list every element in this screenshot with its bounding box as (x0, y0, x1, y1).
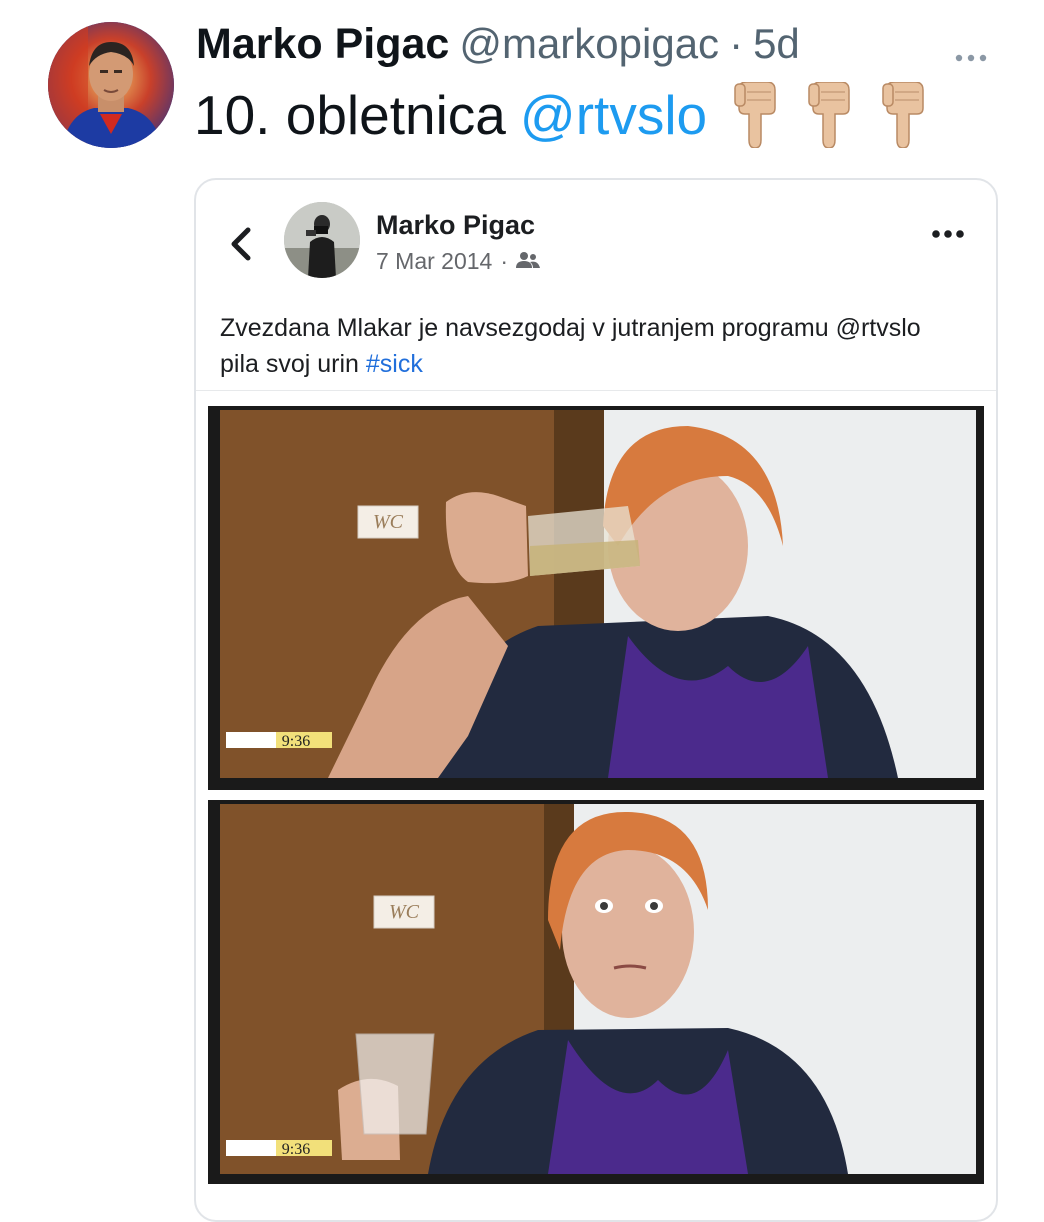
author-handle[interactable]: @markopigac (459, 20, 719, 68)
embedded-post-text: Zvezdana Mlakar je navsezgodaj v jutranj… (220, 310, 960, 382)
tv-timestamp: 9:36 (282, 1141, 310, 1158)
tweet-header: Marko Pigac @markopigac · 5d (196, 20, 800, 76)
friends-icon (516, 248, 541, 275)
author-name[interactable]: Marko Pigac (196, 20, 449, 69)
embedded-post-body: Zvezdana Mlakar je navsezgodaj v jutranj… (220, 314, 921, 378)
tv-photo-drinking[interactable]: WC 9:36 (208, 406, 984, 790)
wc-sign-text: WC (389, 901, 420, 923)
tweet-text: 10. obletnica @rtvslo (194, 81, 929, 149)
author-avatar[interactable] (48, 22, 174, 148)
embedded-meta-separator: · (500, 248, 509, 274)
tv-photo-holding-cup[interactable]: WC 9:36 (208, 800, 984, 1184)
hashtag-link[interactable]: #sick (366, 350, 423, 378)
tv-timestamp: 9:36 (282, 733, 310, 750)
tweet: Marko Pigac @markopigac · 5d 10. obletni… (0, 0, 1044, 1222)
tweet-timestamp[interactable]: 5d (753, 20, 800, 68)
chevron-left-icon[interactable] (226, 224, 254, 264)
embedded-post-meta: 7 Mar 2014 · (376, 248, 541, 275)
more-dots-icon[interactable] (954, 34, 988, 71)
pointing-down-hand-icon (879, 81, 929, 149)
card-divider (196, 390, 996, 391)
meta-separator: · (729, 20, 744, 67)
tweet-text-prefix: 10. obletnica (194, 84, 506, 146)
embedded-author-avatar[interactable] (284, 202, 360, 278)
wc-sign-text: WC (373, 511, 404, 533)
mention-link[interactable]: @rtvslo (520, 83, 707, 147)
pointing-down-hand-icon (731, 81, 781, 149)
embedded-post-card[interactable]: Marko Pigac 7 Mar 2014 · Zvezdana Mlakar… (194, 178, 998, 1222)
pointing-down-hand-icon (805, 81, 855, 149)
embedded-author-name[interactable]: Marko Pigac (376, 210, 535, 241)
embedded-post-date[interactable]: 7 Mar 2014 (376, 248, 492, 275)
horizontal-dots-icon[interactable] (928, 224, 968, 244)
